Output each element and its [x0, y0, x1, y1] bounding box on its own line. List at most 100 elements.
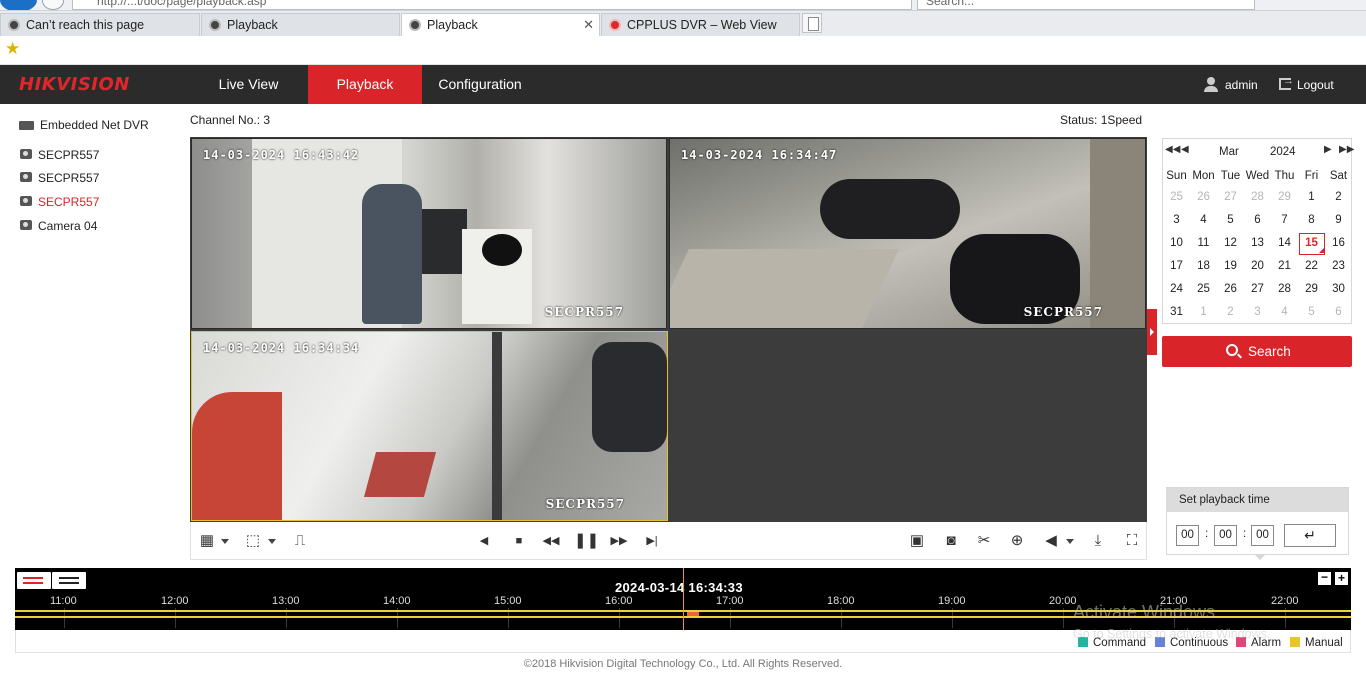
calendar-day[interactable]: 17: [1163, 255, 1190, 278]
calendar-day[interactable]: 9: [1325, 209, 1352, 232]
set-playback-time-panel: Set playback time 00 : 00 : 00 ↵: [1166, 487, 1349, 555]
calendar-day[interactable]: 4: [1190, 209, 1217, 232]
search-button[interactable]: Search: [1162, 336, 1352, 367]
calendar-day[interactable]: 1: [1298, 186, 1325, 209]
calendar-day[interactable]: 19: [1217, 255, 1244, 278]
video-tile-1[interactable]: 14-03-2024 16:43:42 SECPR557: [191, 138, 667, 329]
browser-tab-4[interactable]: CPPLUS DVR – Web View: [601, 13, 800, 36]
calendar-day[interactable]: 14: [1271, 232, 1298, 255]
calendar-day[interactable]: 8: [1298, 209, 1325, 232]
calendar-day[interactable]: 23: [1325, 255, 1352, 278]
pause-icon[interactable]: ❚❚: [574, 531, 599, 551]
zoom-out-timeline-button[interactable]: −: [1318, 571, 1331, 585]
calendar-day-today[interactable]: 15: [1298, 232, 1325, 255]
calendar-year[interactable]: 2024: [1270, 146, 1296, 158]
timeline-playhead[interactable]: [683, 568, 684, 630]
digital-zoom-icon[interactable]: ⊕: [1006, 531, 1028, 551]
download-icon[interactable]: ⤓: [1087, 531, 1109, 551]
zoom-region-icon[interactable]: ⬚: [242, 531, 264, 551]
side-panel-toggle[interactable]: [1147, 309, 1157, 355]
chevron-down-icon[interactable]: [1066, 539, 1074, 544]
calendar-day[interactable]: 2: [1325, 186, 1352, 209]
stop-icon[interactable]: ■: [508, 531, 530, 551]
calendar-day[interactable]: 13: [1244, 232, 1271, 255]
calendar-day[interactable]: 31: [1163, 301, 1190, 324]
calendar-day[interactable]: 2: [1217, 301, 1244, 324]
weekday-header: Sat: [1329, 170, 1348, 182]
calendar-day[interactable]: 25: [1163, 186, 1190, 209]
nav-playback[interactable]: Playback: [308, 65, 422, 104]
url-field[interactable]: http://...t/doc/page/playback.asp: [72, 0, 912, 10]
calendar-month[interactable]: Mar: [1219, 146, 1239, 158]
calendar-day[interactable]: 1: [1190, 301, 1217, 324]
chevron-down-icon[interactable]: [221, 539, 229, 544]
capture-icon[interactable]: ◙: [940, 531, 962, 551]
close-tab-icon[interactable]: ✕: [583, 17, 594, 33]
calendar-day[interactable]: 26: [1217, 278, 1244, 301]
mute-icon[interactable]: ◀: [1040, 531, 1062, 551]
device-label[interactable]: Embedded Net DVR: [40, 118, 149, 132]
next-month-icon[interactable]: ▶: [1324, 144, 1332, 155]
calendar-day[interactable]: 4: [1271, 301, 1298, 324]
timeline-sync-button[interactable]: [17, 572, 51, 589]
previous-year-icon[interactable]: ◀◀: [1165, 144, 1180, 155]
calendar-day[interactable]: 16: [1325, 232, 1352, 255]
second-field[interactable]: 00: [1251, 525, 1274, 546]
stream-icon[interactable]: ⎍: [289, 531, 311, 551]
calendar-day[interactable]: 6: [1244, 209, 1271, 232]
calendar-day[interactable]: 18: [1190, 255, 1217, 278]
timeline-filter-button[interactable]: [52, 572, 86, 589]
calendar-day[interactable]: 26: [1190, 186, 1217, 209]
calendar-day[interactable]: 5: [1298, 301, 1325, 324]
new-tab-button[interactable]: [802, 13, 822, 33]
calendar-day[interactable]: 3: [1244, 301, 1271, 324]
stop-all-icon[interactable]: ▣: [906, 531, 928, 551]
reverse-play-icon[interactable]: ◀: [473, 531, 495, 551]
favorites-star-icon[interactable]: ★: [5, 39, 20, 59]
calendar-day[interactable]: 12: [1217, 232, 1244, 255]
calendar-day[interactable]: 28: [1244, 186, 1271, 209]
previous-month-icon[interactable]: ◀: [1181, 144, 1189, 155]
browser-search-field[interactable]: Search...: [917, 0, 1255, 10]
single-frame-icon[interactable]: ▶|: [641, 531, 663, 551]
fullscreen-icon[interactable]: ⛶: [1121, 531, 1143, 551]
forward-button[interactable]: [42, 0, 64, 10]
nav-live-view[interactable]: Live View: [200, 65, 297, 104]
nav-configuration[interactable]: Configuration: [430, 65, 530, 104]
calendar-day[interactable]: 21: [1271, 255, 1298, 278]
logout-icon[interactable]: [1279, 75, 1294, 90]
next-year-icon[interactable]: ▶▶: [1339, 144, 1354, 155]
calendar-day[interactable]: 29: [1271, 186, 1298, 209]
calendar-day[interactable]: 20: [1244, 255, 1271, 278]
slow-down-icon[interactable]: ◀◀: [540, 531, 562, 551]
speed-up-icon[interactable]: ▶▶: [608, 531, 630, 551]
clip-icon[interactable]: ✂: [973, 531, 995, 551]
back-button[interactable]: [0, 0, 37, 10]
browser-tab-3-active[interactable]: Playback ✕: [401, 13, 600, 37]
video-tile-2[interactable]: 14-03-2024 16:34:47 SECPR557: [669, 138, 1146, 329]
calendar-day[interactable]: 5: [1217, 209, 1244, 232]
calendar-day[interactable]: 7: [1271, 209, 1298, 232]
video-tile-3-selected[interactable]: 14-03-2024 16:34:34 SECPR557: [191, 331, 668, 521]
calendar-day[interactable]: 29: [1298, 278, 1325, 301]
hour-field[interactable]: 00: [1176, 525, 1199, 546]
calendar-day[interactable]: 24: [1163, 278, 1190, 301]
minute-field[interactable]: 00: [1214, 525, 1237, 546]
calendar-day[interactable]: 3: [1163, 209, 1190, 232]
calendar-day[interactable]: 25: [1190, 278, 1217, 301]
go-to-time-button[interactable]: ↵: [1284, 524, 1336, 547]
logout-link[interactable]: Logout: [1297, 78, 1334, 92]
calendar-day[interactable]: 10: [1163, 232, 1190, 255]
calendar-day[interactable]: 22: [1298, 255, 1325, 278]
browser-tab-1[interactable]: Can’t reach this page: [0, 13, 200, 36]
calendar-day[interactable]: 11: [1190, 232, 1217, 255]
chevron-down-icon[interactable]: [268, 539, 276, 544]
window-layout-icon[interactable]: ▦: [196, 531, 218, 551]
zoom-in-timeline-button[interactable]: +: [1335, 572, 1348, 585]
calendar-day[interactable]: 27: [1217, 186, 1244, 209]
calendar-day[interactable]: 27: [1244, 278, 1271, 301]
calendar-day[interactable]: 30: [1325, 278, 1352, 301]
calendar-day[interactable]: 28: [1271, 278, 1298, 301]
browser-tab-2[interactable]: Playback: [201, 13, 400, 36]
calendar-day[interactable]: 6: [1325, 301, 1352, 324]
